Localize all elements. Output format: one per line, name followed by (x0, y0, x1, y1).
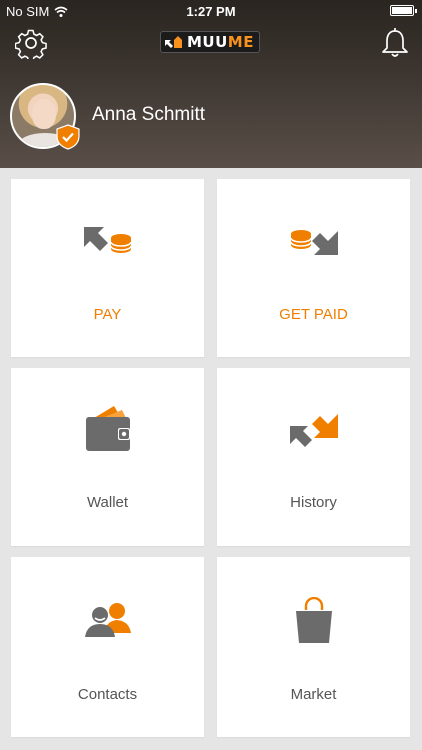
get-paid-label: GET PAID (279, 306, 348, 323)
pay-tile[interactable]: PAY (11, 179, 204, 357)
get-paid-tile[interactable]: GET PAID (217, 179, 410, 357)
get-paid-icon (289, 230, 338, 255)
logo-text: MUUME (187, 33, 254, 51)
muume-logo: MUUME (160, 31, 260, 53)
market-label: Market (290, 686, 337, 703)
notifications-bell-icon[interactable] (380, 27, 410, 59)
contacts-label: Contacts (77, 686, 138, 703)
market-bag-icon (295, 597, 332, 643)
verified-shield-icon (56, 124, 80, 150)
history-label: History (290, 494, 337, 511)
status-time: 1:27 PM (186, 4, 236, 19)
logo-mark-icon (165, 36, 182, 48)
contacts-icon (84, 603, 131, 637)
pay-label: PAY (93, 306, 122, 323)
app-header: No SIM 1:27 PM MUUME Anna Schmitt (0, 0, 422, 168)
battery-icon (390, 5, 417, 16)
contacts-tile[interactable]: Contacts (11, 557, 204, 737)
wallet-tile[interactable]: Wallet (11, 368, 204, 546)
settings-gear-icon[interactable] (15, 27, 47, 59)
status-bar: No SIM 1:27 PM (0, 0, 422, 22)
wallet-label: Wallet (86, 494, 129, 511)
history-icon (289, 414, 338, 447)
pay-icon (83, 227, 132, 253)
user-name: Anna Schmitt (92, 104, 205, 125)
wallet-icon (85, 406, 130, 451)
history-tile[interactable]: History (217, 368, 410, 546)
market-tile[interactable]: Market (217, 557, 410, 737)
